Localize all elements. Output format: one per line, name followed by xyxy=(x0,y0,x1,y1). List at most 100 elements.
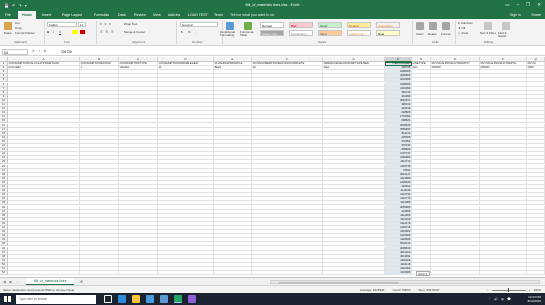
grid-cell[interactable] xyxy=(8,271,80,276)
cell-style-calculation[interactable]: Calculation xyxy=(376,22,400,28)
paste-options-button[interactable]: (Ctrl) ▾ xyxy=(416,271,430,276)
italic-button[interactable]: I xyxy=(53,30,54,34)
grid-cell[interactable] xyxy=(252,271,323,276)
format-painter-button[interactable]: Format Painter xyxy=(15,31,35,35)
cell-style-bad[interactable]: Bad xyxy=(289,22,313,28)
windows-start-icon[interactable] xyxy=(4,295,11,303)
cell-style-check-cell[interactable]: Check Cell xyxy=(260,30,284,36)
cut-button[interactable]: Cut xyxy=(15,21,20,25)
paste-button[interactable]: Paste xyxy=(4,31,12,35)
name-box[interactable]: M1 xyxy=(2,48,28,55)
grid-cell[interactable] xyxy=(214,271,252,276)
font-size-select[interactable]: 11 xyxy=(78,22,86,27)
tab-review[interactable]: Review xyxy=(134,13,146,17)
tab-insert[interactable]: Insert xyxy=(42,13,51,17)
tab-home[interactable]: Home xyxy=(18,11,36,19)
taskbar-file-explorer-icon[interactable] xyxy=(132,295,140,303)
tab-add-ins[interactable]: Add-ins xyxy=(168,13,180,17)
underline-button[interactable]: U xyxy=(59,30,61,34)
find-select-button[interactable]: Find & Select xyxy=(498,31,514,39)
grid-cell[interactable]: 4115908 xyxy=(385,271,412,276)
grid-cell[interactable] xyxy=(431,271,480,276)
sheet-tab-bill-of-materials[interactable]: Bill_of_materials lines xyxy=(26,278,74,285)
tab-data[interactable]: Data xyxy=(118,13,126,17)
minimize-icon[interactable]: – xyxy=(517,2,520,8)
format-as-table-button[interactable]: Format as Table xyxy=(240,30,256,38)
tell-me-box[interactable]: Tell me what you want to do xyxy=(230,13,274,17)
copy-button[interactable]: Copy xyxy=(15,26,22,30)
worksheet-grid[interactable]: A B C D E F G M N O P Q 1 CONSUMPTIONCALCULATIONMETHO… xyxy=(0,57,545,277)
taskbar-store-icon[interactable] xyxy=(146,295,154,303)
formula-input[interactable]: 206728 xyxy=(60,49,541,55)
cell-style-note[interactable]: Note xyxy=(376,30,400,36)
more-sheets-icon[interactable]: … xyxy=(16,280,19,284)
tab-view[interactable]: View xyxy=(153,13,161,17)
taskbar-edge-icon[interactable] xyxy=(118,295,126,303)
find-select-icon[interactable] xyxy=(502,22,510,30)
tab-formulas[interactable]: Formulas xyxy=(94,13,109,17)
conditional-formatting-button[interactable]: Conditional Formatting xyxy=(220,30,240,38)
zoom-slider[interactable] xyxy=(491,288,526,292)
prev-sheet-icon[interactable]: ◀ xyxy=(3,280,6,284)
taskbar-excel-icon[interactable] xyxy=(174,295,182,303)
grid-cell[interactable] xyxy=(80,271,119,276)
taskbar-mail-icon[interactable] xyxy=(160,295,168,303)
grid-cell[interactable] xyxy=(480,271,527,276)
zoom-slider-thumb[interactable] xyxy=(507,288,510,292)
zoom-in-icon[interactable]: + xyxy=(529,288,531,292)
cell-style-neutral[interactable]: Neutral xyxy=(347,22,371,28)
network-icon[interactable]: ▤ xyxy=(501,297,504,301)
fill-color-icon[interactable] xyxy=(72,30,77,34)
row-header[interactable]: 52 xyxy=(0,271,8,276)
format-button[interactable]: Format xyxy=(441,32,451,36)
format-cells-icon[interactable] xyxy=(442,22,450,30)
format-as-table-icon[interactable] xyxy=(244,22,252,30)
cancel-icon[interactable]: ✕ xyxy=(32,49,35,53)
sort-filter-button[interactable]: Sort & Filter xyxy=(480,31,496,35)
insert-cells-icon[interactable] xyxy=(416,22,424,30)
font-name-select[interactable]: Calibri xyxy=(47,22,77,27)
zoom-out-icon[interactable]: – xyxy=(487,288,489,292)
insert-button[interactable]: Insert xyxy=(416,32,424,36)
clear-button[interactable]: ◇ Clear xyxy=(458,31,468,35)
share-button[interactable]: Share xyxy=(531,13,541,17)
align-icons[interactable]: ≡ ≡ ≡ xyxy=(100,22,112,26)
taskbar-search[interactable]: Type here to search xyxy=(16,294,96,304)
taskbar-task-view-icon[interactable] xyxy=(104,295,112,303)
new-sheet-icon[interactable]: ⊕ xyxy=(80,279,83,284)
cell-style-good[interactable]: Good xyxy=(318,22,342,28)
sign-in-link[interactable]: Sign in xyxy=(510,13,521,17)
bold-button[interactable]: B xyxy=(47,30,49,34)
sort-filter-icon[interactable] xyxy=(484,22,492,30)
grid-cell[interactable] xyxy=(527,271,545,276)
clock[interactable]: 12:23 PM 8/10/2016 xyxy=(528,295,541,303)
conditional-formatting-icon[interactable] xyxy=(226,22,234,30)
paste-icon[interactable] xyxy=(4,22,12,30)
delete-button[interactable]: Delete xyxy=(428,32,437,36)
tray-overflow-icon[interactable]: ⌃ xyxy=(488,297,491,301)
cell-style-linked-cell[interactable]: Linked Cell xyxy=(347,30,371,36)
close-icon[interactable]: ✕ xyxy=(537,2,541,8)
align-icons-2[interactable]: ☰ ☰ ☰ xyxy=(100,30,115,34)
enter-icon[interactable]: ✓ xyxy=(38,49,41,53)
volume-icon[interactable]: 🔊 xyxy=(494,297,498,301)
fill-button[interactable]: ⬇ Fill xyxy=(458,26,465,30)
font-color-icon[interactable] xyxy=(80,30,85,34)
insert-function-icon[interactable]: fx xyxy=(44,49,47,53)
horizontal-scrollbar[interactable] xyxy=(270,280,540,284)
ribbon-display-options-icon[interactable]: ▭ xyxy=(505,2,509,8)
autosum-button[interactable]: Σ AutoSum xyxy=(458,21,473,25)
grid-cell[interactable] xyxy=(119,271,158,276)
cell-style-normal[interactable]: Normal xyxy=(260,22,284,28)
tab-load-test[interactable]: LOAD TEST xyxy=(188,13,208,17)
restore-icon[interactable]: ❐ xyxy=(526,2,530,8)
zoom-level[interactable]: 100% xyxy=(533,288,541,292)
scroll-thumb[interactable] xyxy=(279,281,399,284)
merge-center-button[interactable]: Merge & Center xyxy=(124,30,145,34)
taskbar-visual-studio-icon[interactable] xyxy=(188,295,196,303)
cell-style-explanatory[interactable]: Explanatory ... xyxy=(289,30,313,36)
tab-page-layout[interactable]: Page Layout xyxy=(62,13,82,17)
grid-cell[interactable] xyxy=(158,271,214,276)
cell-style-input[interactable]: Input xyxy=(318,30,342,36)
comma-button[interactable]: , xyxy=(195,30,196,34)
